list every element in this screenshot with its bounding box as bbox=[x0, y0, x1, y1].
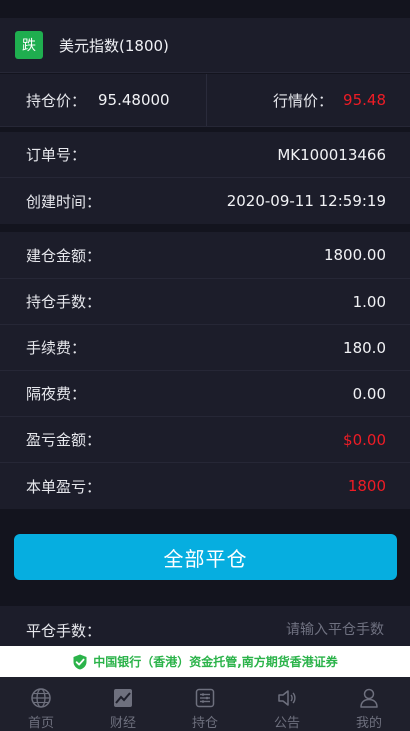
pnl-amount-row: 盈亏金额： $0.00 bbox=[0, 417, 410, 463]
overnight-fee-label: 隔夜费： bbox=[26, 385, 87, 403]
pnl-amount-value: $0.00 bbox=[343, 430, 386, 449]
custody-banner: 中国银行（香港）资金托管,南方期货香港证券 bbox=[0, 646, 410, 677]
product-name: 美元指数(1800) bbox=[59, 36, 169, 55]
product-header: 跌 美元指数(1800) bbox=[0, 18, 410, 73]
close-lots-input[interactable] bbox=[182, 621, 386, 639]
fee-value: 180.0 bbox=[343, 338, 386, 357]
fee-label: 手续费： bbox=[26, 339, 87, 357]
fee-row: 手续费： 180.0 bbox=[0, 325, 410, 371]
open-amount-value: 1800.00 bbox=[323, 246, 386, 264]
hold-price-value: 95.48000 bbox=[98, 91, 170, 109]
tab-finance-label: 财经 bbox=[109, 716, 136, 731]
direction-badge: 跌 bbox=[15, 31, 43, 59]
tab-finance[interactable]: 财经 bbox=[82, 677, 164, 731]
market-price-cell: 行情价： 95.48 bbox=[207, 74, 410, 126]
tab-positions-label: 持仓 bbox=[191, 716, 218, 731]
tab-home[interactable]: 首页 bbox=[0, 677, 82, 731]
single-pnl-value: 1800 bbox=[347, 477, 386, 495]
created-time-value: 2020-09-11 12:59:19 bbox=[226, 192, 386, 210]
hold-price-cell: 持仓价： 95.48000 bbox=[0, 74, 207, 126]
hold-lots-label: 持仓手数： bbox=[26, 293, 102, 311]
price-row: 持仓价： 95.48000 行情价： 95.48 bbox=[0, 74, 410, 127]
tab-home-label: 首页 bbox=[27, 716, 54, 731]
position-detail-page: 跌 美元指数(1800) 持仓价： 95.48000 行情价： 95.48 订单… bbox=[0, 0, 410, 731]
hold-price-label: 持仓价： bbox=[26, 91, 87, 110]
order-number-label: 订单号： bbox=[26, 146, 87, 164]
tab-mine-label: 我的 bbox=[355, 716, 382, 731]
close-all-button[interactable]: 全部平仓 bbox=[14, 534, 397, 580]
globe-icon bbox=[31, 688, 51, 708]
speaker-icon bbox=[278, 690, 296, 706]
order-number-value: MK100013466 bbox=[277, 145, 386, 164]
pnl-amount-label: 盈亏金额： bbox=[26, 431, 102, 449]
order-number-row: 订单号： MK100013466 bbox=[0, 132, 410, 178]
market-price-value: 95.48 bbox=[343, 91, 386, 109]
open-amount-row: 建仓金额： 1800.00 bbox=[0, 232, 410, 279]
hold-lots-row: 持仓手数： 1.00 bbox=[0, 279, 410, 325]
tab-positions[interactable]: 持仓 bbox=[164, 677, 246, 731]
open-amount-label: 建仓金额： bbox=[26, 246, 102, 265]
close-lots-label: 平仓手数： bbox=[26, 621, 102, 640]
user-icon bbox=[360, 688, 378, 708]
chart-icon bbox=[114, 689, 132, 707]
tab-mine[interactable]: 我的 bbox=[328, 677, 410, 731]
single-pnl-label: 本单盈亏： bbox=[26, 477, 102, 496]
tab-notices[interactable]: 公告 bbox=[246, 677, 328, 731]
single-pnl-row: 本单盈亏： 1800 bbox=[0, 463, 410, 509]
created-time-label: 创建时间： bbox=[26, 192, 102, 211]
overnight-fee-value: 0.00 bbox=[352, 384, 386, 403]
bottom-tab-bar: 首页 财经 持仓 公告 我的 bbox=[0, 677, 410, 731]
hold-lots-value: 1.00 bbox=[352, 292, 386, 311]
market-price-label: 行情价： bbox=[273, 91, 334, 110]
tab-notices-label: 公告 bbox=[273, 716, 300, 731]
overnight-fee-row: 隔夜费： 0.00 bbox=[0, 371, 410, 417]
position-icon bbox=[195, 688, 215, 708]
shield-check-icon bbox=[73, 654, 87, 669]
created-time-row: 创建时间： 2020-09-11 12:59:19 bbox=[0, 178, 410, 224]
custody-banner-text: 中国银行（香港）资金托管,南方期货香港证券 bbox=[93, 655, 338, 669]
